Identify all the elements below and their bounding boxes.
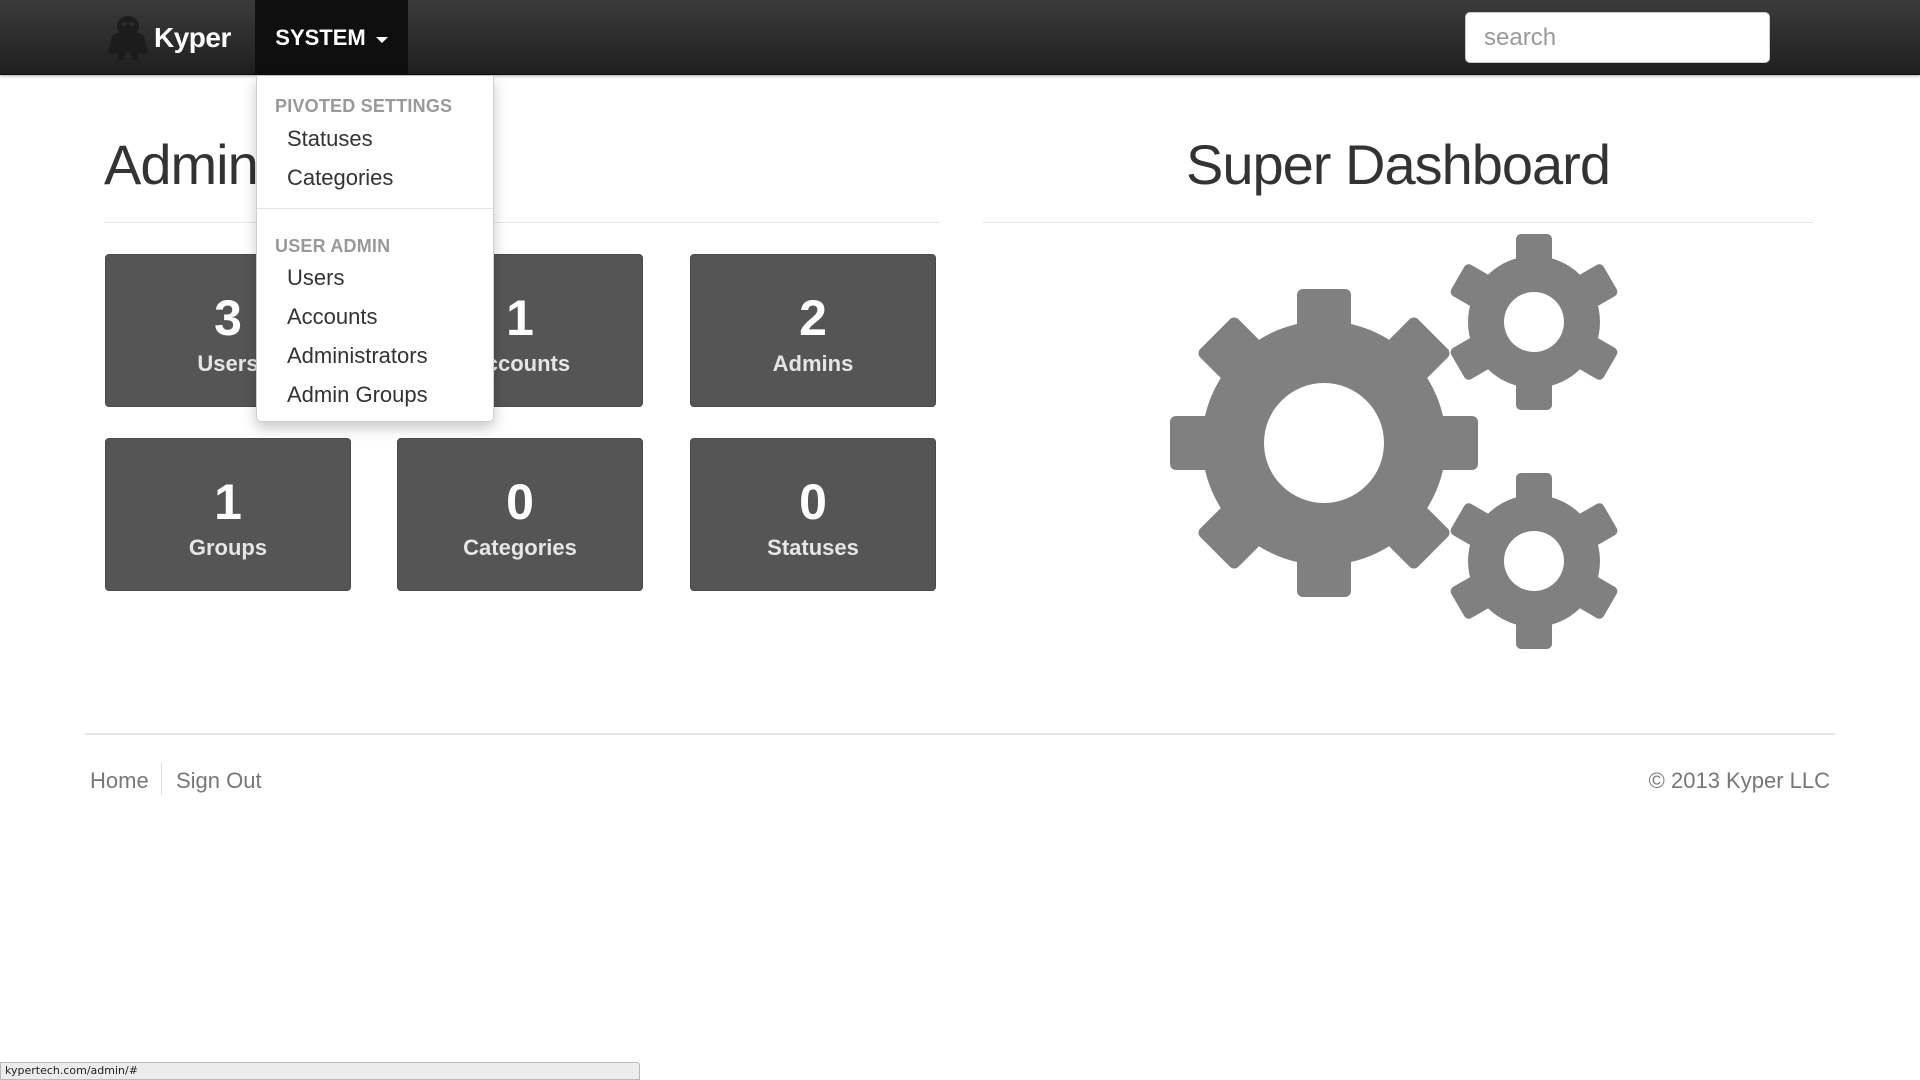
menu-item-admin-groups[interactable]: Admin Groups bbox=[287, 382, 428, 408]
system-menu-toggle[interactable]: SYSTEM bbox=[255, 0, 408, 75]
tile-label: Categories bbox=[463, 535, 577, 560]
menu-item-users[interactable]: Users bbox=[287, 265, 344, 291]
footer-link-home[interactable]: Home bbox=[90, 768, 149, 794]
brand-link[interactable]: Kyper bbox=[104, 12, 231, 64]
menu-item-accounts[interactable]: Accounts bbox=[287, 304, 378, 330]
admin-title: Admin bbox=[104, 133, 259, 196]
dropdown-divider bbox=[257, 208, 493, 209]
dashboard-divider bbox=[983, 222, 1813, 223]
menu-item-categories[interactable]: Categories bbox=[287, 165, 393, 191]
tile-count: 0 bbox=[506, 474, 534, 530]
gears-icon bbox=[1170, 234, 1618, 649]
kyper-logo-icon bbox=[108, 16, 148, 60]
menu-item-administrators[interactable]: Administrators bbox=[287, 343, 428, 369]
stat-tile-groups[interactable]: 1 Groups bbox=[105, 438, 351, 591]
brand-name: Kyper bbox=[154, 22, 231, 53]
footer-link-sign-out[interactable]: Sign Out bbox=[176, 768, 262, 794]
top-navbar: Kyper SYSTEM bbox=[0, 0, 1920, 75]
tile-label: Admins bbox=[772, 351, 854, 376]
browser-status-bar: kypertech.com/admin/# bbox=[0, 1062, 640, 1080]
caret-down-icon bbox=[375, 36, 388, 43]
dropdown-header-pivoted-settings: PIVOTED SETTINGS bbox=[275, 96, 453, 116]
tile-count: 1 bbox=[214, 474, 242, 530]
menu-item-statuses[interactable]: Statuses bbox=[287, 126, 373, 152]
tile-count: 0 bbox=[799, 474, 827, 530]
system-menu-label: SYSTEM bbox=[275, 24, 366, 50]
large-gear bbox=[1170, 289, 1478, 597]
dashboard-title: Super Dashboard bbox=[1186, 133, 1611, 196]
search-input[interactable] bbox=[1465, 12, 1770, 63]
stat-tile-statuses[interactable]: 0 Statuses bbox=[690, 438, 936, 591]
tile-count: 2 bbox=[799, 290, 827, 346]
dropdown-header-user-admin: USER ADMIN bbox=[275, 236, 391, 256]
admin-divider bbox=[104, 222, 940, 223]
footer-separator bbox=[161, 763, 162, 795]
footer-divider bbox=[85, 733, 1835, 735]
tile-label: Statuses bbox=[767, 535, 859, 560]
tile-label: Groups bbox=[188, 535, 268, 560]
copyright-text: © 2013 Kyper LLC bbox=[1648, 768, 1830, 793]
system-dropdown-menu: PIVOTED SETTINGS Statuses Categories USE… bbox=[256, 76, 494, 422]
stat-tile-categories[interactable]: 0 Categories bbox=[397, 438, 643, 591]
small-gear-bottom bbox=[1450, 473, 1618, 649]
stat-tile-admins[interactable]: 2 Admins bbox=[690, 254, 936, 407]
small-gear-top bbox=[1450, 234, 1618, 410]
